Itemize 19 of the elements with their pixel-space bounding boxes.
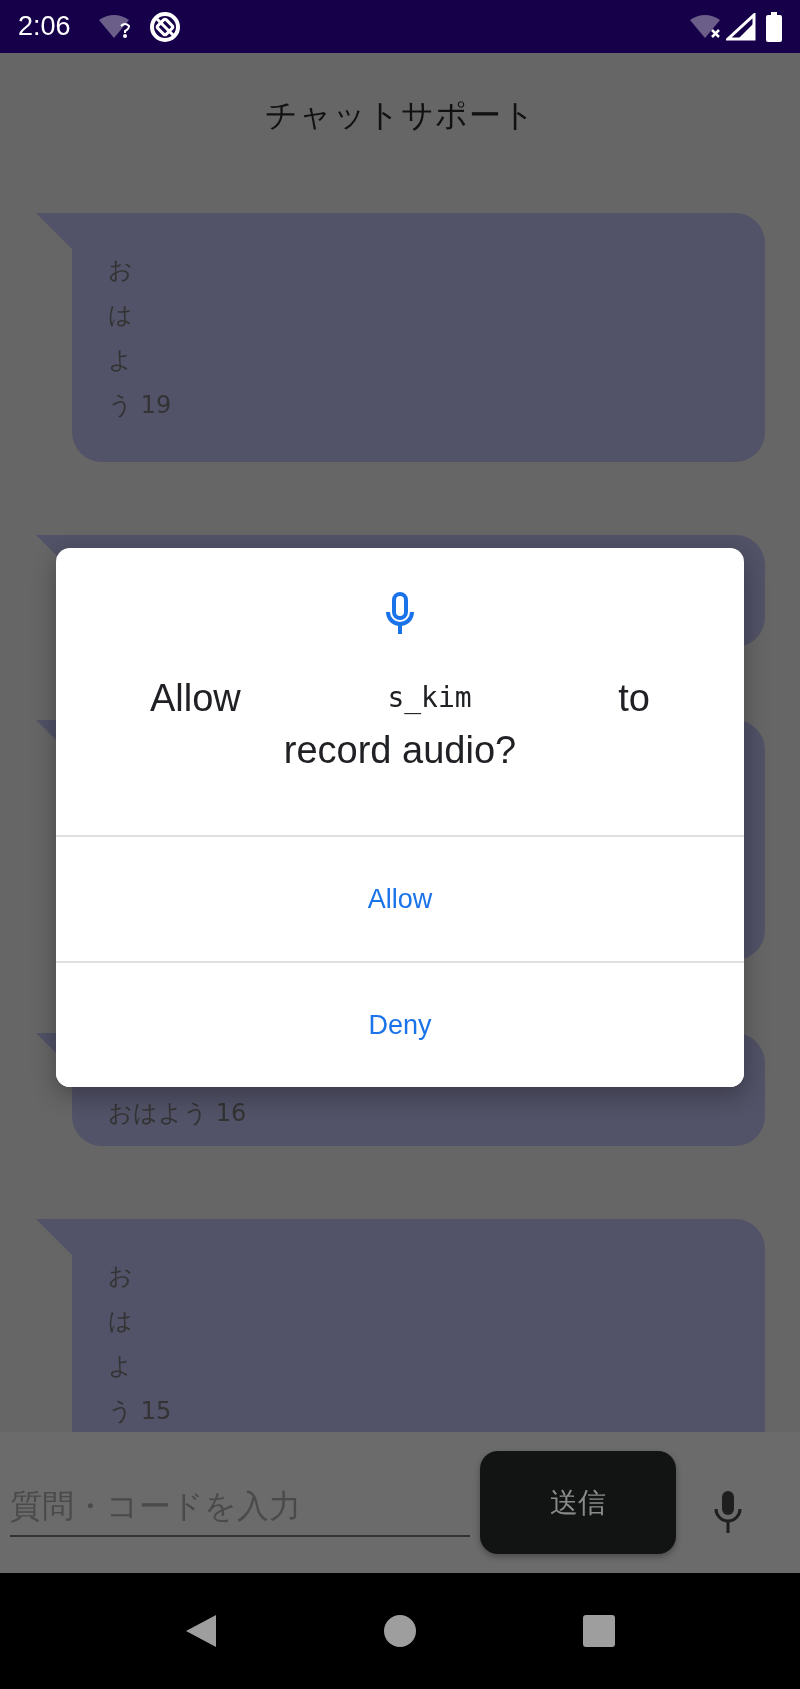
recents-icon[interactable]: [582, 1614, 616, 1648]
app-name: s_kim: [387, 680, 472, 716]
signal-icon: [726, 12, 756, 41]
dialog-title: record audio?: [283, 728, 517, 773]
microphone-icon: [386, 592, 414, 634]
dialog-title: to: [618, 675, 650, 721]
back-icon[interactable]: [184, 1613, 218, 1649]
battery-icon: [766, 11, 782, 42]
circle-slash-icon: [148, 10, 181, 43]
status-time: 2:06: [18, 10, 71, 44]
wifi-unknown-icon: [98, 13, 131, 40]
dialog-title: Allow: [150, 675, 241, 721]
home-icon[interactable]: [383, 1614, 417, 1648]
dialog-button[interactable]: Allow: [56, 835, 744, 961]
send-button[interactable]: 送信: [480, 1451, 676, 1554]
dialog-button[interactable]: Deny: [56, 961, 744, 1087]
wifi-off-icon: [690, 13, 722, 40]
page-title: チャットサポート: [264, 95, 536, 136]
microphone-icon[interactable]: [712, 1488, 744, 1533]
